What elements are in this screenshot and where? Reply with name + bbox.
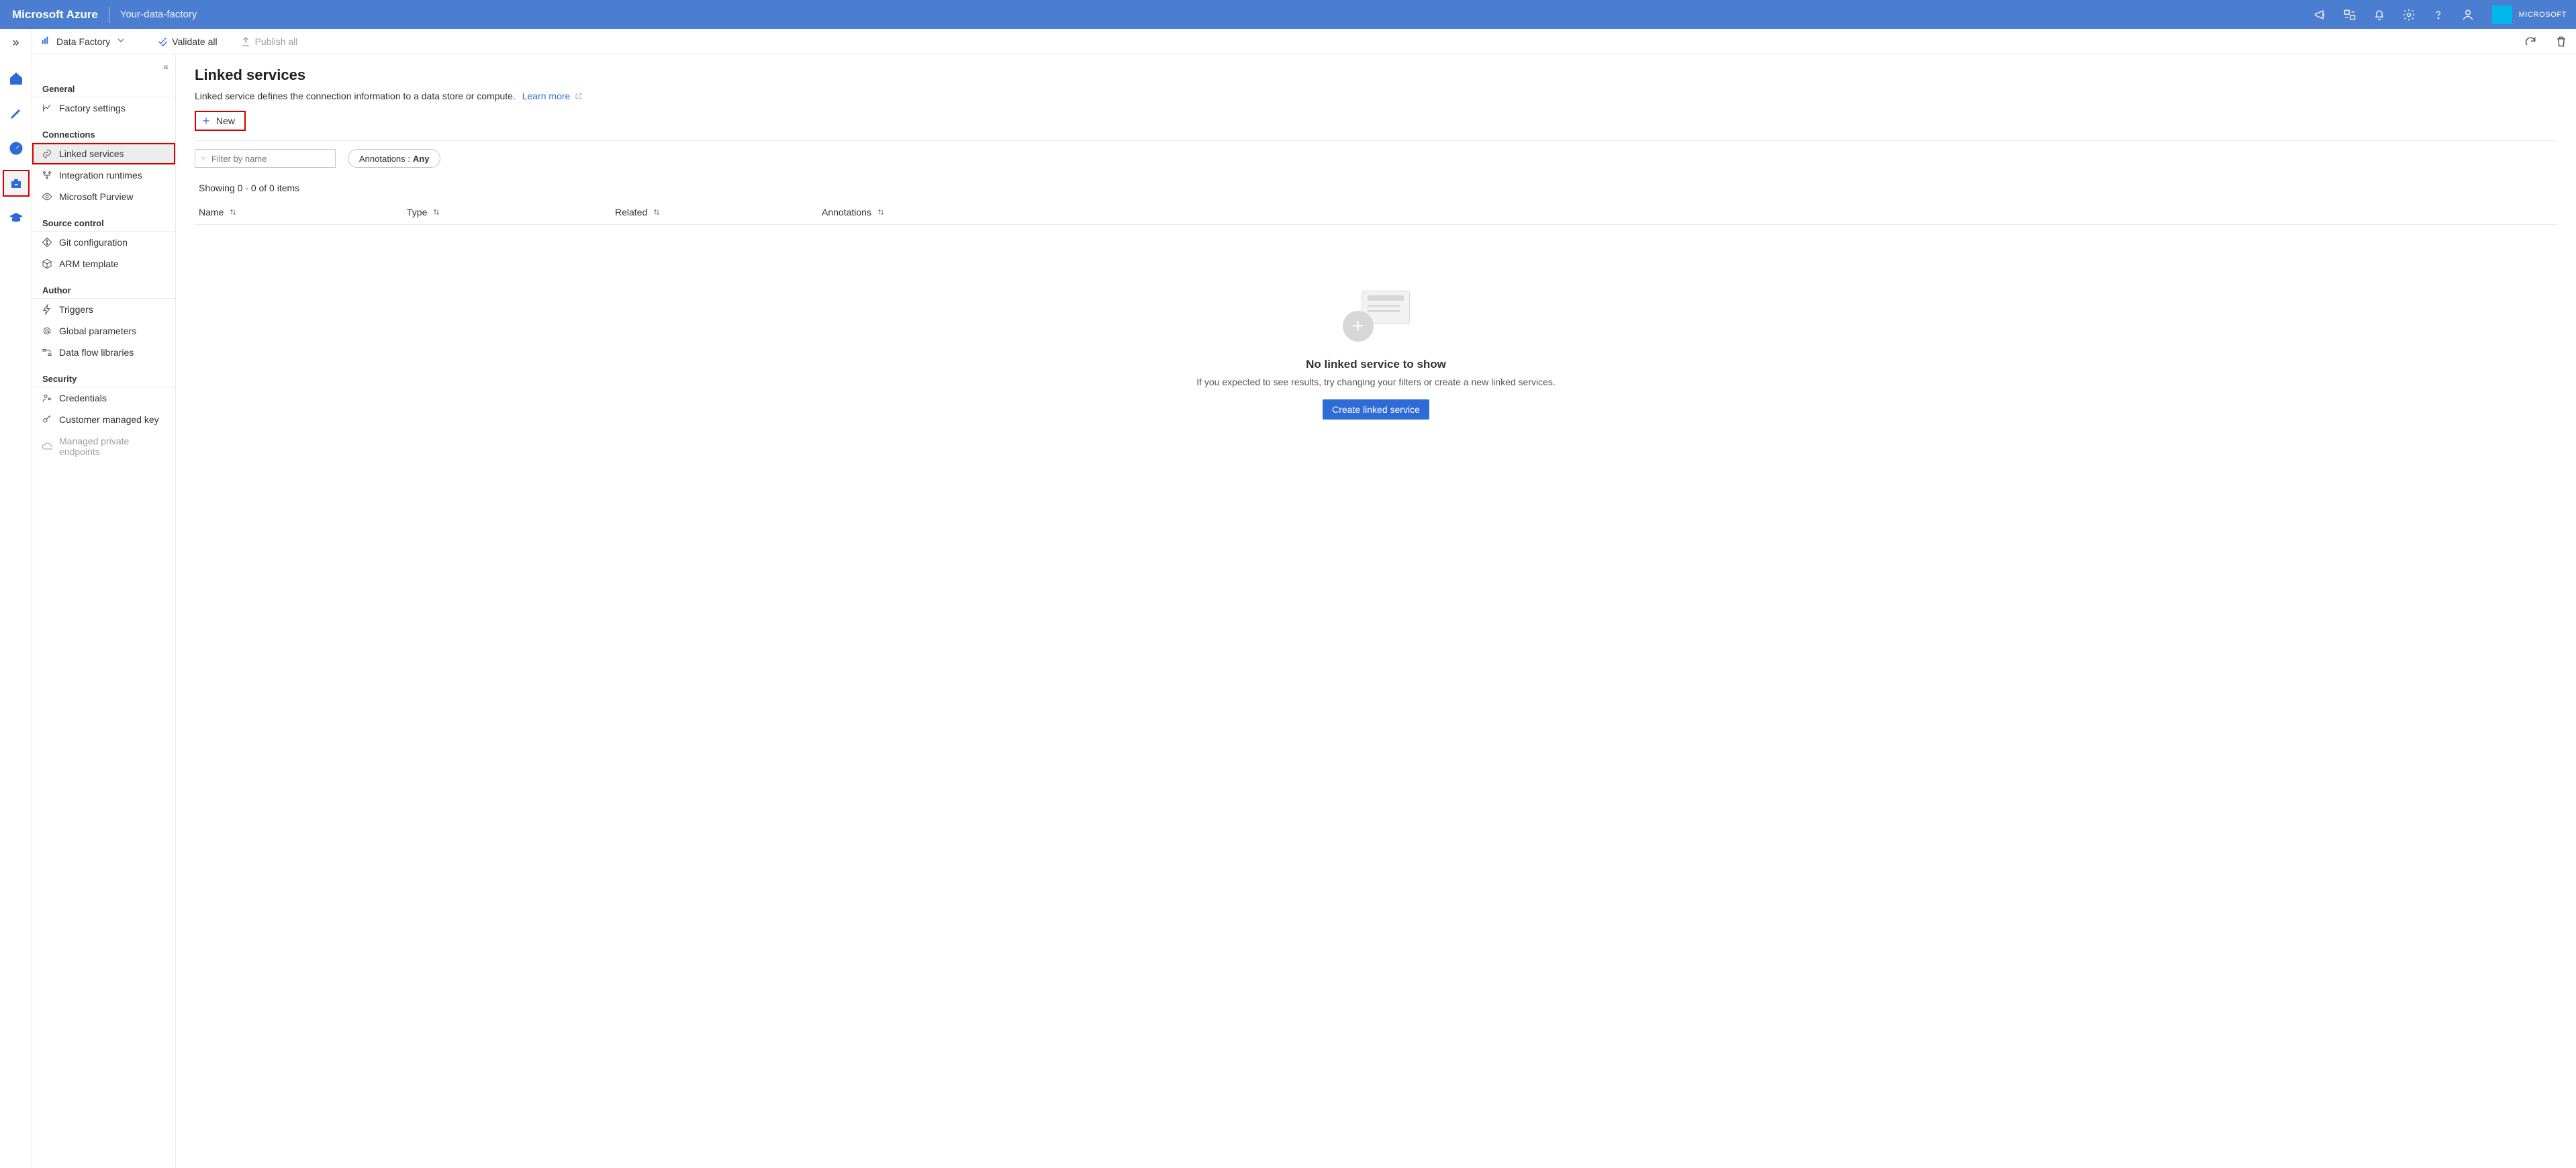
section-security: Security <box>32 363 175 387</box>
learn-more-link[interactable]: Learn more <box>522 91 583 101</box>
nav-customer-managed-key[interactable]: Customer managed key <box>32 409 175 430</box>
publish-all-label: Publish all <box>255 36 298 47</box>
create-linked-service-button[interactable]: Create linked service <box>1323 399 1429 420</box>
cube-icon <box>42 258 52 269</box>
annotations-filter[interactable]: Annotations : Any <box>348 149 440 168</box>
settings-icon[interactable] <box>2394 0 2424 29</box>
plus-icon <box>201 116 211 126</box>
person-key-icon <box>42 393 52 403</box>
nav-factory-settings[interactable]: Factory settings <box>32 97 175 119</box>
refresh-icon[interactable] <box>2524 35 2537 48</box>
switch-factory-icon[interactable] <box>2335 0 2365 29</box>
data-factory-label: Data Factory <box>56 36 110 47</box>
chart-icon <box>42 103 52 113</box>
manage-nav-pane: « General Factory settings Connections L… <box>32 54 176 1168</box>
brand-label: Microsoft Azure <box>12 8 98 21</box>
column-header-annotations[interactable]: Annotations <box>822 207 956 217</box>
command-bar: Data Factory Validate all Publish all <box>32 29 2576 54</box>
link-icon <box>42 148 52 159</box>
sort-icon <box>877 208 885 216</box>
section-source-control: Source control <box>32 207 175 232</box>
filter-by-name-input[interactable] <box>195 149 336 168</box>
main-region: Data Factory Validate all Publish all <box>32 29 2576 1168</box>
chevron-down-icon <box>115 35 126 48</box>
filter-input-field[interactable] <box>211 154 330 164</box>
nav-dataflow-libraries[interactable]: Data flow libraries <box>32 342 175 363</box>
nav-credentials[interactable]: Credentials <box>32 387 175 409</box>
app-header: Microsoft Azure Your-data-factory MICROS… <box>0 0 2576 29</box>
icon-rail: » <box>0 29 32 1168</box>
notifications-icon[interactable] <box>2365 0 2394 29</box>
divider <box>195 140 2557 141</box>
nav-arm-template[interactable]: ARM template <box>32 253 175 275</box>
nav-microsoft-purview[interactable]: Microsoft Purview <box>32 186 175 207</box>
external-link-icon <box>575 92 583 100</box>
page-description: Linked service defines the connection in… <box>195 91 2557 101</box>
collapse-nav-icon[interactable]: « <box>163 61 169 72</box>
empty-heading: No linked service to show <box>1161 358 1591 371</box>
nav-integration-runtimes[interactable]: Integration runtimes <box>32 164 175 186</box>
validate-all-button[interactable]: Validate all <box>157 36 217 47</box>
page-title: Linked services <box>195 66 2557 84</box>
eye-icon <box>42 191 52 202</box>
result-count: Showing 0 - 0 of 0 items <box>199 183 2557 193</box>
publish-all-button: Publish all <box>240 36 298 47</box>
key-icon <box>42 414 52 425</box>
network-icon <box>42 170 52 181</box>
help-icon[interactable] <box>2424 0 2453 29</box>
account-avatar <box>2492 5 2512 24</box>
at-icon <box>42 326 52 336</box>
rail-author-icon[interactable] <box>3 101 29 126</box>
git-icon <box>42 237 52 248</box>
nav-global-parameters[interactable]: Global parameters <box>32 320 175 342</box>
feedback-icon[interactable] <box>2453 0 2483 29</box>
column-header-name[interactable]: Name <box>199 207 407 217</box>
table-header: Name Type Related Annotations <box>195 200 2557 225</box>
column-header-related[interactable]: Related <box>615 207 822 217</box>
empty-subtext: If you expected to see results, try chan… <box>1161 377 1591 387</box>
account-org-label: MICROSOFT <box>2519 11 2567 19</box>
rail-home-icon[interactable] <box>3 66 29 91</box>
rail-manage-icon[interactable] <box>3 171 29 196</box>
empty-state: + No linked service to show If you expec… <box>1161 285 1591 420</box>
bolt-icon <box>42 304 52 315</box>
page-content: Linked services Linked service defines t… <box>176 54 2576 1168</box>
data-factory-picker[interactable]: Data Factory <box>40 35 126 48</box>
rail-expand-icon[interactable]: » <box>12 33 19 56</box>
funnel-icon <box>201 154 206 163</box>
flow-icon <box>42 347 52 358</box>
section-author: Author <box>32 275 175 299</box>
discard-icon[interactable] <box>2555 35 2568 48</box>
new-button[interactable]: New <box>195 111 246 131</box>
rail-learning-icon[interactable] <box>3 205 29 231</box>
cloud-lock-icon <box>42 441 52 452</box>
account-block[interactable]: MICROSOFT <box>2483 5 2576 24</box>
nav-git-configuration[interactable]: Git configuration <box>32 232 175 253</box>
section-general: General <box>32 54 175 97</box>
sort-icon <box>432 208 440 216</box>
section-connections: Connections <box>32 119 175 143</box>
column-header-type[interactable]: Type <box>407 207 615 217</box>
nav-linked-services[interactable]: Linked services <box>32 143 175 164</box>
sort-icon <box>653 208 661 216</box>
empty-illustration: + <box>1336 285 1417 346</box>
nav-managed-private-endpoints: Managed private endpoints <box>32 430 175 463</box>
factory-name[interactable]: Your-data-factory <box>120 9 197 20</box>
rail-monitor-icon[interactable] <box>3 136 29 161</box>
validate-all-label: Validate all <box>172 36 217 47</box>
sort-icon <box>229 208 237 216</box>
announcements-icon[interactable] <box>2305 0 2335 29</box>
nav-triggers[interactable]: Triggers <box>32 299 175 320</box>
